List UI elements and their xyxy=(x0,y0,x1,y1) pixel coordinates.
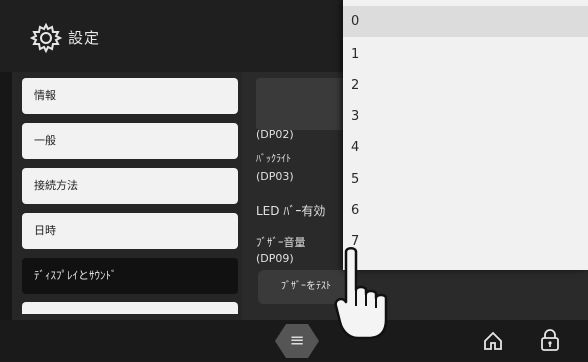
dropdown-option-3[interactable]: 3 xyxy=(343,101,588,132)
buzzer-volume-dropdown: 0 1 2 3 4 5 6 7 xyxy=(343,0,588,270)
dropdown-option-2[interactable]: 2 xyxy=(343,70,588,101)
backlight-label: ﾊﾞｯｸﾗｲﾄ xyxy=(256,154,291,165)
sidebar-item-info[interactable]: 情報 xyxy=(22,78,238,114)
gear-icon xyxy=(30,22,62,54)
dp02-label: (DP02) xyxy=(256,128,294,141)
dp09-label: (DP09) xyxy=(256,252,294,265)
dp03-label: (DP03) xyxy=(256,170,294,183)
pointing-hand-icon xyxy=(334,247,388,340)
sidebar-item-display-sound[interactable]: ﾃﾞｨｽﾌﾟﾚｲとｻｳﾝﾄﾞ xyxy=(22,258,238,294)
sidebar-item-datetime[interactable]: 日時 xyxy=(22,213,238,249)
dropdown-option-6[interactable]: 6 xyxy=(343,195,588,226)
sidebar: 情報 一般 接続方法 日時 ﾃﾞｨｽﾌﾟﾚｲとｻｳﾝﾄﾞ xyxy=(12,72,242,320)
dropdown-option-4[interactable]: 4 xyxy=(343,132,588,163)
dropdown-option-0[interactable]: 0 xyxy=(343,6,588,37)
page-title: 設定 xyxy=(68,29,101,47)
sidebar-item-general[interactable]: 一般 xyxy=(22,123,238,159)
home-icon[interactable] xyxy=(482,330,504,352)
dropdown-option-1[interactable]: 1 xyxy=(343,39,588,70)
sidebar-item-partial[interactable] xyxy=(22,302,238,314)
lock-icon[interactable] xyxy=(538,328,562,352)
led-bar-label: LED ﾊﾞｰ有効 xyxy=(256,204,326,218)
sidebar-item-connection[interactable]: 接続方法 xyxy=(22,168,238,204)
buzzer-volume-label: ﾌﾞｻﾞｰ音量 xyxy=(256,236,306,249)
dropdown-option-5[interactable]: 5 xyxy=(343,164,588,195)
settings-screen: 設定 情報 一般 接続方法 日時 ﾃﾞｨｽﾌﾟﾚｲとｻｳﾝﾄﾞ (DP02) ﾊ… xyxy=(0,0,588,362)
